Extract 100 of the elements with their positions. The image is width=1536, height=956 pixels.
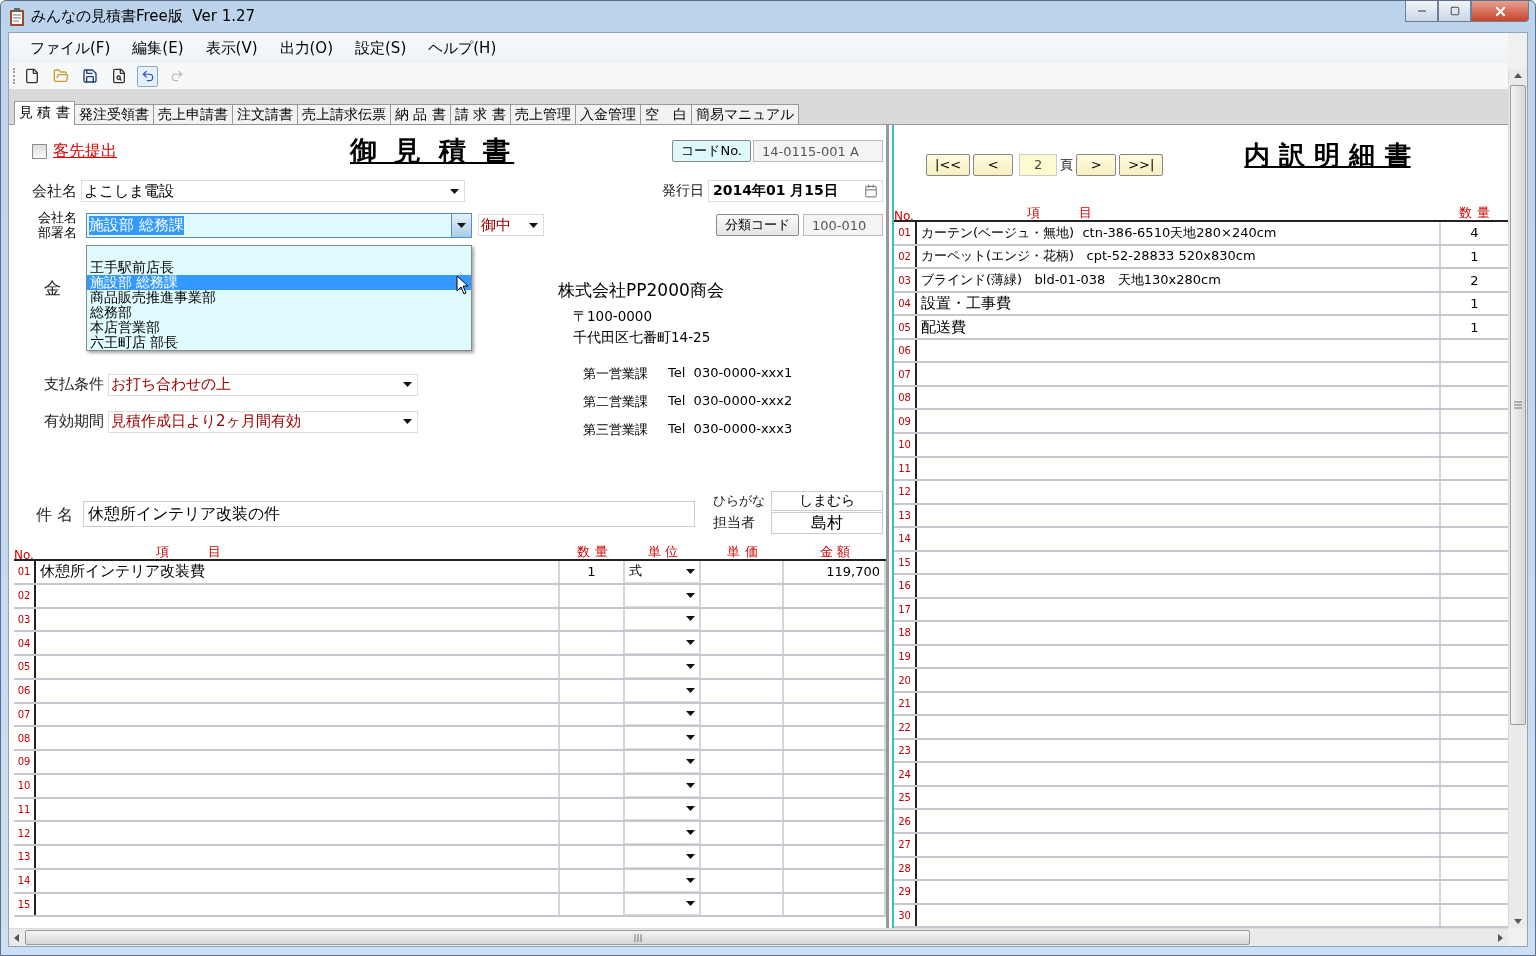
next-page-button[interactable]: > bbox=[1076, 153, 1117, 176]
unit-select[interactable] bbox=[625, 869, 701, 892]
amount-cell: 119,700 bbox=[784, 561, 886, 583]
unit-select[interactable] bbox=[625, 584, 701, 607]
row-number: 24 bbox=[894, 763, 917, 785]
unit-select[interactable] bbox=[625, 774, 701, 797]
caret-icon bbox=[686, 592, 695, 598]
toolbar-button[interactable] bbox=[137, 65, 158, 87]
item-cell: カーペット(エンジ・花柄) cpt-52-28833 520x830cm bbox=[917, 245, 1441, 268]
unit-select[interactable] bbox=[625, 822, 701, 844]
tab[interactable]: 簡易マニュアル bbox=[690, 104, 799, 125]
print-preview-icon bbox=[110, 68, 127, 84]
row-number: 08 bbox=[894, 386, 917, 409]
dropdown-option[interactable]: 総務部 bbox=[87, 305, 471, 320]
tab[interactable]: 納 品 書 bbox=[389, 104, 451, 125]
tab[interactable]: 入金管理 bbox=[574, 104, 641, 125]
menu-item[interactable]: 表示(V) bbox=[194, 38, 269, 58]
menu-item[interactable]: 設定(S) bbox=[344, 38, 418, 58]
category-code-button[interactable]: 分類コード bbox=[716, 214, 799, 236]
tab[interactable]: 見 積 書 bbox=[14, 101, 75, 125]
close-button[interactable] bbox=[1471, 1, 1529, 22]
dropdown-option[interactable]: 商品販売推進事業部 bbox=[87, 290, 471, 305]
dropdown-option[interactable]: 王手駅前店長 bbox=[87, 260, 471, 275]
caret-icon bbox=[457, 222, 466, 228]
menu-item[interactable]: 出力(O) bbox=[268, 38, 344, 58]
previous-page-button[interactable]: < bbox=[973, 153, 1014, 176]
quantity-cell-text: 4 bbox=[1469, 224, 1480, 243]
row-number: 27 bbox=[894, 834, 917, 856]
first-page-button[interactable]: |<< bbox=[926, 153, 971, 176]
checkbox[interactable] bbox=[32, 143, 47, 159]
row-number: 03 bbox=[894, 269, 917, 291]
company-combobox[interactable]: よこしま電設 bbox=[81, 180, 465, 202]
unit-select[interactable] bbox=[625, 703, 701, 726]
tab[interactable]: 請 求 書 bbox=[449, 104, 511, 125]
row-number: 16 bbox=[894, 575, 917, 597]
unit-select[interactable]: 式 bbox=[625, 561, 701, 583]
tab[interactable]: 注文請書 bbox=[231, 104, 298, 125]
unit-select[interactable] bbox=[625, 798, 701, 821]
tab[interactable]: 発注受領書 bbox=[73, 104, 154, 125]
column-header: 金 額 bbox=[818, 543, 852, 561]
row-number: 08 bbox=[14, 727, 36, 749]
subject-field[interactable]: 休憩所インテリア改装の件 bbox=[83, 501, 696, 527]
menu-item[interactable]: ファイル(F) bbox=[19, 38, 122, 58]
new-document-icon bbox=[23, 68, 40, 84]
unit-select[interactable] bbox=[625, 679, 701, 702]
honorific-combobox[interactable]: 御中 bbox=[478, 214, 544, 236]
row-number: 09 bbox=[894, 410, 917, 432]
row-number: 19 bbox=[894, 645, 917, 668]
caret-icon bbox=[686, 663, 695, 669]
row-number: 29 bbox=[894, 881, 917, 903]
staff-field[interactable]: 島村 bbox=[771, 512, 883, 534]
column-header: 項 目 bbox=[1026, 204, 1093, 223]
caret-icon bbox=[686, 901, 695, 907]
furigana-field[interactable]: しまむら bbox=[771, 491, 883, 511]
maximize-icon bbox=[1449, 6, 1460, 16]
row-number: 07 bbox=[14, 703, 36, 726]
tab[interactable]: 売上請求伝票 bbox=[296, 104, 391, 125]
menu-item[interactable]: 編集(E) bbox=[121, 38, 195, 58]
unit-select[interactable] bbox=[625, 893, 701, 916]
row-number: 13 bbox=[14, 846, 36, 868]
unit-select[interactable] bbox=[625, 656, 701, 678]
amount-label: 金 bbox=[44, 276, 61, 300]
unit-select[interactable] bbox=[625, 846, 701, 868]
column-header: 単 位 bbox=[646, 543, 680, 561]
maximize-button[interactable] bbox=[1438, 1, 1471, 22]
issue-date-picker[interactable]: 2014年01 月15日 bbox=[708, 180, 883, 202]
minimize-button[interactable] bbox=[1405, 1, 1438, 22]
horizontal-scrollbar[interactable] bbox=[9, 928, 1508, 946]
unit-select[interactable] bbox=[625, 608, 701, 631]
page-number-field[interactable]: 2 bbox=[1019, 153, 1058, 176]
payment-terms-combobox[interactable]: お打ち合わせの上 bbox=[108, 373, 418, 396]
unit-select[interactable] bbox=[625, 727, 701, 749]
tab[interactable]: 空 白 bbox=[639, 104, 692, 125]
item-cell: ブラインド(薄緑) bld-01-038 天地130x280cm bbox=[917, 269, 1441, 291]
dropdown-option[interactable]: 本店営業部 bbox=[87, 320, 471, 335]
tab[interactable]: 売上管理 bbox=[509, 104, 576, 125]
row-number: 11 bbox=[894, 457, 917, 480]
code-number-button[interactable]: コードNo. bbox=[672, 140, 751, 162]
redo-icon bbox=[169, 69, 184, 83]
row-number: 01 bbox=[14, 561, 36, 583]
row-number: 28 bbox=[894, 857, 917, 880]
unit-select[interactable] bbox=[625, 632, 701, 654]
client-submit-link[interactable]: 客先提出 bbox=[53, 140, 117, 162]
document-title: 御 見 積 書 bbox=[350, 134, 515, 168]
validity-label: 有効期間 bbox=[44, 412, 104, 431]
mouse-cursor-icon bbox=[456, 275, 470, 295]
tab[interactable]: 売上申請書 bbox=[152, 104, 233, 125]
last-page-button[interactable]: >>| bbox=[1119, 153, 1164, 176]
menu-item[interactable]: ヘルプ(H) bbox=[417, 38, 508, 58]
caret-icon bbox=[686, 711, 695, 717]
issuer-name: 株式会社PP2000商会 bbox=[558, 279, 725, 302]
vertical-scrollbar[interactable] bbox=[1508, 69, 1527, 928]
quantity-cell: 1 bbox=[560, 561, 625, 583]
validity-combobox[interactable]: 見積作成日より2ヶ月間有効 bbox=[108, 410, 418, 433]
unit-select[interactable] bbox=[625, 751, 701, 773]
row-number: 25 bbox=[894, 786, 917, 809]
row-number: 14 bbox=[14, 869, 36, 892]
row-number: 04 bbox=[894, 292, 917, 315]
dropdown-option[interactable]: 六王町店 部長 bbox=[87, 335, 471, 350]
caret-icon bbox=[686, 830, 695, 836]
